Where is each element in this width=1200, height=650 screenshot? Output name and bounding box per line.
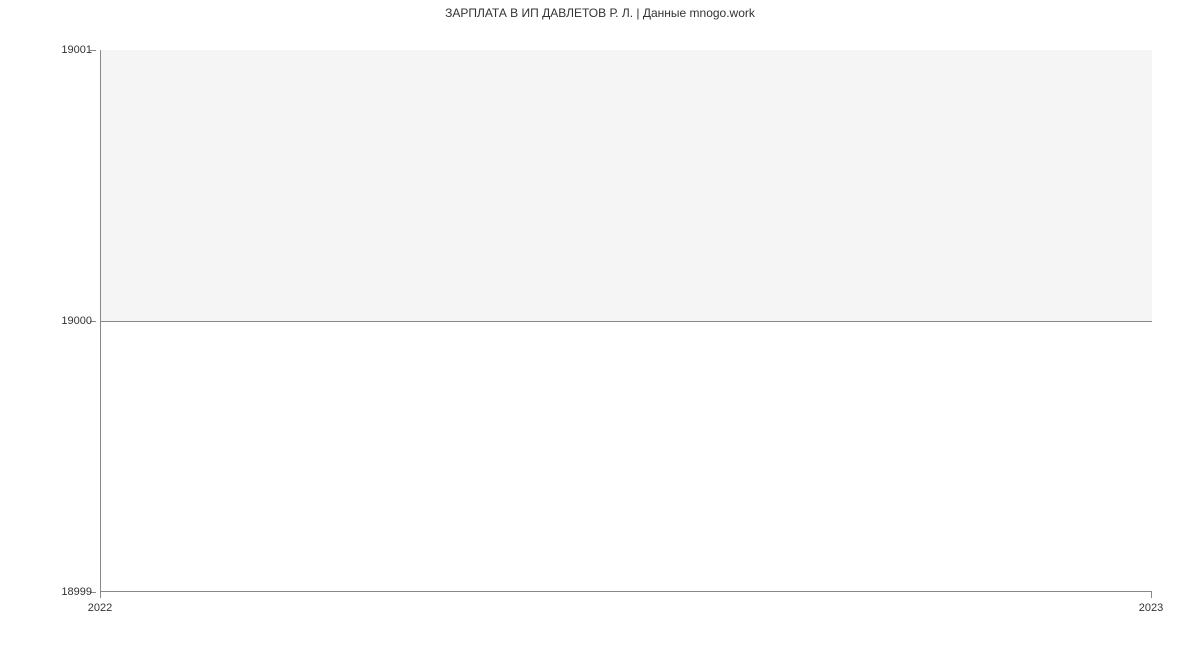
y-axis-label: 19001 bbox=[61, 44, 92, 56]
x-tick bbox=[1151, 592, 1152, 598]
y-axis-label: 18999 bbox=[61, 586, 92, 598]
x-axis-label: 2023 bbox=[1139, 602, 1163, 614]
area-fill bbox=[101, 50, 1152, 321]
x-tick bbox=[100, 592, 101, 598]
x-axis-label: 2022 bbox=[88, 602, 112, 614]
data-line bbox=[101, 321, 1152, 322]
plot-area bbox=[100, 50, 1152, 592]
y-axis-label: 19000 bbox=[61, 315, 92, 327]
chart-title: ЗАРПЛАТА В ИП ДАВЛЕТОВ Р. Л. | Данные mn… bbox=[0, 6, 1200, 20]
